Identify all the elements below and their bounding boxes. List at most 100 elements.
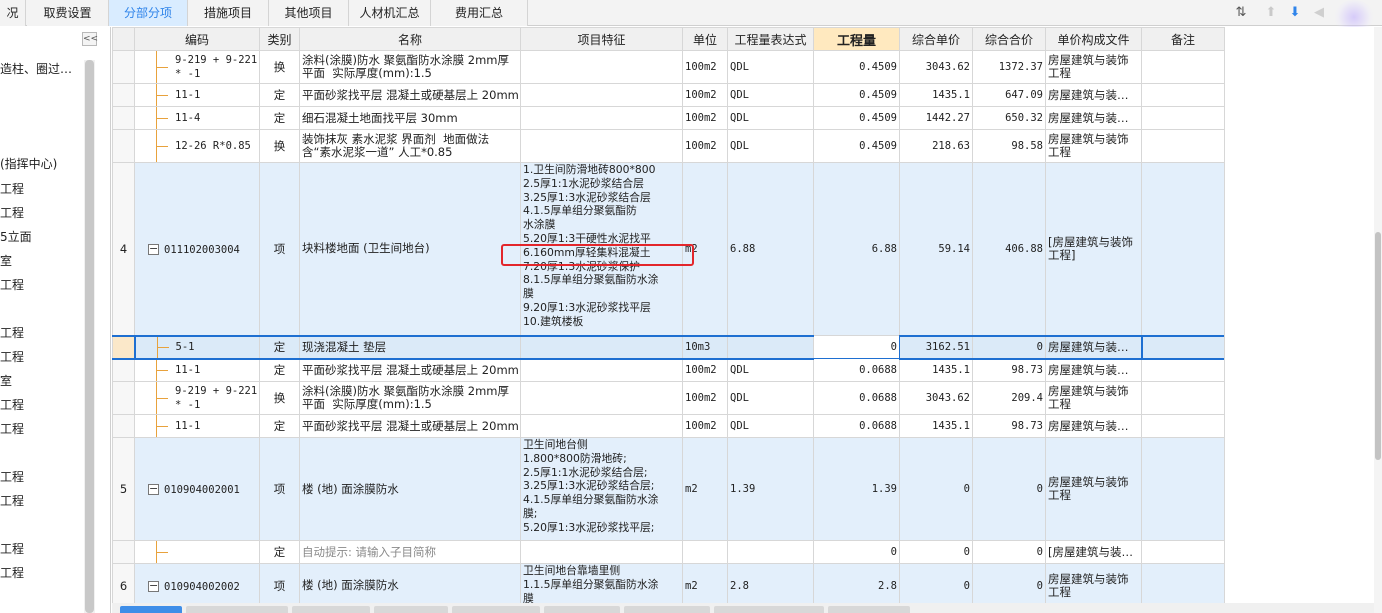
row-number-cell[interactable] [112, 414, 135, 438]
expression-cell[interactable]: 2.8 [727, 563, 814, 603]
quota-row[interactable]: 9-219 + 9-221 * -1 换涂料(涂膜)防水 聚氨酯防水涂膜 2mm厚… [112, 381, 1224, 415]
name-cell[interactable]: 装饰抹灰 素水泥浆 界面剂 地面做法 含“素水泥浆一道” 人工*0.85 [299, 129, 521, 163]
name-cell[interactable]: 涂料(涂膜)防水 聚氨酯防水涂膜 2mm厚 平面 实际厚度(mm):1.5 [299, 381, 521, 415]
type-cell[interactable]: 项 [259, 563, 300, 603]
tab-4[interactable]: 其他项目 [269, 0, 349, 26]
bottom-tab[interactable] [292, 606, 370, 613]
row-number-header[interactable] [112, 27, 135, 51]
tree-scrollbar-thumb[interactable] [85, 60, 94, 613]
remark-cell[interactable] [1141, 162, 1224, 336]
feature-cell[interactable] [520, 106, 683, 130]
type-cell[interactable]: 定 [259, 334, 300, 360]
row-number-cell[interactable] [112, 381, 135, 415]
feature-cell[interactable] [520, 50, 683, 84]
quantity-cell[interactable]: 0.4509 [813, 106, 900, 130]
quota-row[interactable]: 12-26 R*0.85 换装饰抹灰 素水泥浆 界面剂 地面做法 含“素水泥浆一道… [112, 129, 1224, 163]
row-number-cell[interactable]: 6 [112, 563, 135, 603]
unit-header[interactable]: 单位 [682, 27, 728, 51]
unit-price-cell[interactable]: 59.14 [899, 162, 973, 336]
tree-item[interactable]: 工程 [0, 396, 24, 413]
tree-item[interactable]: (指挥中心) [0, 155, 57, 172]
unit-price-cell[interactable]: 3043.62 [899, 381, 973, 415]
tree-item[interactable]: 工程 [0, 276, 24, 293]
bottom-tab[interactable] [544, 606, 620, 613]
unit-price-cell[interactable]: 1435.1 [899, 358, 973, 382]
unit-cell[interactable]: 10m3 [682, 334, 728, 360]
bottom-tab[interactable] [624, 606, 710, 613]
tree-item[interactable]: 工程 [0, 180, 24, 197]
unit-price-cell[interactable]: 218.63 [899, 129, 973, 163]
remark-cell[interactable] [1141, 129, 1224, 163]
unit-price-cell[interactable]: 0 [899, 540, 973, 564]
tree-item[interactable]: 工程 [0, 420, 24, 437]
price-file-header[interactable]: 单价构成文件 [1045, 27, 1142, 51]
unit-cell[interactable]: m2 [682, 563, 728, 603]
row-number-cell[interactable] [112, 358, 135, 382]
feature-cell[interactable] [520, 129, 683, 163]
name-cell[interactable]: 细石混凝土地面找平层 30mm [299, 106, 521, 130]
expression-cell[interactable]: QDL [727, 83, 814, 107]
unit-cell[interactable]: m2 [682, 162, 728, 336]
row-number-cell[interactable]: 4 [112, 162, 135, 336]
quota-row[interactable]: 9-219 + 9-221 * -1 换涂料(涂膜)防水 聚氨酯防水涂膜 2mm厚… [112, 50, 1224, 84]
feature-cell[interactable] [520, 83, 683, 107]
type-cell[interactable]: 定 [259, 414, 300, 438]
tree-item[interactable]: 5立面 [0, 228, 32, 245]
code-cell[interactable]: 5-1 [133, 334, 260, 360]
unit-cell[interactable]: 100m2 [682, 381, 728, 415]
name-cell[interactable]: 楼 (地) 面涂膜防水 [299, 563, 521, 603]
name-header[interactable]: 名称 [299, 27, 521, 51]
feature-cell[interactable]: 卫生间地台靠墙里侧 1.1.5厚单组分聚氨酯防水涂 膜 [520, 563, 683, 603]
remark-cell[interactable] [1141, 50, 1224, 84]
price-file-cell[interactable]: 房屋建筑与装… [1045, 414, 1142, 438]
price-file-cell[interactable]: 房屋建筑与装饰 工程 [1045, 437, 1142, 541]
name-cell[interactable]: 块料楼地面 (卫生间地台) [299, 162, 521, 336]
move-down-icon[interactable]: ⬇ [1286, 4, 1304, 22]
code-cell[interactable]: −010904002002 [134, 563, 260, 603]
code-cell[interactable]: 9-219 + 9-221 * -1 [134, 381, 260, 415]
code-cell[interactable]: 11-1 [134, 83, 260, 107]
grid-scrollbar-thumb[interactable] [1375, 232, 1381, 460]
name-cell[interactable]: 现浇混凝土 垫层 [299, 334, 521, 360]
back-arrow-icon[interactable]: ◀ [1310, 4, 1328, 22]
collapse-toggle-icon[interactable]: − [148, 483, 159, 495]
remark-cell[interactable] [1141, 381, 1224, 415]
expression-header[interactable]: 工程量表达式 [727, 27, 814, 51]
tab-5[interactable]: 人材机汇总 [349, 0, 431, 26]
bottom-tab[interactable] [828, 606, 910, 613]
total-price-cell[interactable]: 209.4 [972, 381, 1046, 415]
unit-price-cell[interactable]: 0 [899, 437, 973, 541]
code-cell[interactable]: 11-4 [134, 106, 260, 130]
code-cell[interactable] [134, 540, 260, 564]
quantity-cell[interactable]: 0.4509 [813, 83, 900, 107]
price-file-cell[interactable]: [房屋建筑与装… [1045, 540, 1142, 564]
type-cell[interactable]: 定 [259, 358, 300, 382]
remark-cell[interactable] [1141, 358, 1224, 382]
sort-icon[interactable]: ⇅ [1232, 4, 1250, 22]
price-file-cell[interactable]: 房屋建筑与装饰 工程 [1045, 381, 1142, 415]
unit-cell[interactable] [682, 540, 728, 564]
total-price-cell[interactable]: 406.88 [972, 162, 1046, 336]
bottom-tab[interactable] [374, 606, 448, 613]
total-price-cell[interactable]: 0 [972, 563, 1046, 603]
price-file-cell[interactable]: 房屋建筑与装… [1045, 334, 1143, 360]
expression-cell[interactable]: QDL [727, 50, 814, 84]
row-number-cell[interactable] [112, 334, 135, 360]
expression-cell[interactable]: QDL [727, 414, 814, 438]
price-file-cell[interactable]: 房屋建筑与装饰 工程 [1045, 50, 1142, 84]
unit-price-cell[interactable]: 1435.1 [899, 414, 973, 438]
row-number-cell[interactable] [112, 83, 135, 107]
type-cell[interactable]: 项 [259, 162, 300, 336]
tab-6[interactable]: 费用汇总 [431, 0, 528, 26]
grid-vertical-scrollbar[interactable] [1374, 27, 1382, 613]
type-cell[interactable]: 项 [259, 437, 300, 541]
tree-item[interactable]: 造柱、圈过… [0, 60, 72, 77]
total-price-header[interactable]: 综合合价 [972, 27, 1046, 51]
bottom-tab[interactable] [714, 606, 824, 613]
bottom-tab[interactable] [186, 606, 288, 613]
remark-cell[interactable] [1141, 437, 1224, 541]
bill-item-row[interactable]: 5−010904002001 项楼 (地) 面涂膜防水 卫生间地台侧 1.800*8… [112, 437, 1224, 541]
bottom-tab[interactable] [452, 606, 540, 613]
move-up-icon[interactable]: ⬆ [1262, 4, 1280, 22]
price-file-cell[interactable]: 房屋建筑与装… [1045, 83, 1142, 107]
